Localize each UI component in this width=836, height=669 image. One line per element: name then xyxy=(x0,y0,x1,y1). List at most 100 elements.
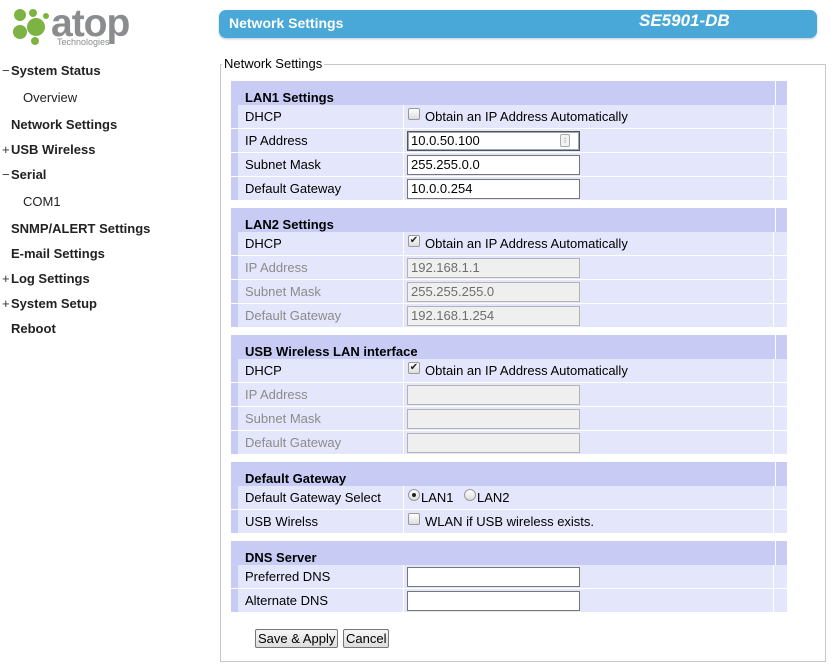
label-cell: USB Wirelss xyxy=(231,510,404,533)
gateway-select-label: Default Gateway Select xyxy=(245,490,381,505)
end-cell xyxy=(775,431,787,454)
sidebar-item-serial[interactable]: −Serial xyxy=(0,167,46,182)
end-cell xyxy=(775,304,787,327)
value-cell: ✔ Obtain an IP Address Automatically xyxy=(405,359,774,382)
page-header: Network Settings SE5901-DB xyxy=(219,10,817,38)
value-cell: 255.255.255.0 xyxy=(405,280,774,303)
end-cell xyxy=(775,359,787,382)
lan1-dhcp-row: DHCP Obtain an IP Address Automatically xyxy=(231,105,787,129)
label-cell: DHCP xyxy=(231,105,404,128)
value-cell xyxy=(405,431,774,454)
label-cell: IP Address xyxy=(231,129,404,152)
wlan-gateway-checkbox-label: WLAN if USB wireless exists. xyxy=(425,514,595,529)
value-cell: 10.0.50.100 ⁝ xyxy=(405,129,774,152)
usb-subnet-mask-input[interactable] xyxy=(407,409,580,429)
sidebar-item-label: System Setup xyxy=(11,296,97,311)
lan2-dhcp-label: DHCP xyxy=(245,236,282,251)
label-cell: Preferred DNS xyxy=(231,565,404,588)
usb-gateway-input[interactable] xyxy=(407,433,580,453)
sidebar-item-label: SNMP/ALERT Settings xyxy=(11,221,151,236)
section-title: LAN1 Settings xyxy=(245,90,334,105)
lan1-gateway-input[interactable]: 10.0.0.254 xyxy=(407,179,580,199)
lan2-ip-label: IP Address xyxy=(245,260,308,275)
section-endcap xyxy=(775,541,787,565)
dns-alternate-row: Alternate DNS xyxy=(231,589,787,613)
lan1-dhcp-checkbox[interactable] xyxy=(408,108,420,120)
alternate-dns-label: Alternate DNS xyxy=(245,593,329,608)
sidebar-item-label: Network Settings xyxy=(11,117,118,132)
sidebar-item-com1[interactable]: COM1 xyxy=(0,194,61,209)
value-cell: 192.168.1.1 xyxy=(405,256,774,279)
section-title: DNS Server xyxy=(245,550,317,565)
sidebar-item-system-setup[interactable]: +System Setup xyxy=(0,296,97,311)
label-cell: Subnet Mask xyxy=(231,407,404,430)
sidebar-item-log-settings[interactable]: +Log Settings xyxy=(0,271,90,286)
expand-icon: + xyxy=(2,271,10,286)
cancel-button[interactable]: Cancel xyxy=(343,629,390,648)
lan2-subnet-mask-input[interactable]: 255.255.255.0 xyxy=(407,282,580,302)
usb-gateway-row: Default Gateway xyxy=(231,431,787,455)
lan1-ip-row: IP Address 10.0.50.100 ⁝ xyxy=(231,129,787,153)
sidebar-item-label: E-mail Settings xyxy=(11,246,105,261)
usb-mask-row: Subnet Mask xyxy=(231,407,787,431)
lan2-gateway-label: Default Gateway xyxy=(245,308,342,323)
atop-logo-mark-icon xyxy=(13,9,49,45)
end-cell xyxy=(775,256,787,279)
usb-ip-label: IP Address xyxy=(245,387,308,402)
sidebar-item-label: COM1 xyxy=(23,194,61,209)
lan2-ip-row: IP Address 192.168.1.1 xyxy=(231,256,787,280)
alternate-dns-input[interactable] xyxy=(407,591,580,611)
usb-wireless-gateway-row: USB Wirelss WLAN if USB wireless exists. xyxy=(231,510,787,534)
sidebar-item-email[interactable]: E-mail Settings xyxy=(0,246,105,261)
end-cell xyxy=(775,105,787,128)
lan2-dhcp-row: DHCP ✔ Obtain an IP Address Automaticall… xyxy=(231,232,787,256)
gateway-lan1-radio[interactable] xyxy=(408,489,420,501)
sidebar-item-reboot[interactable]: Reboot xyxy=(0,321,56,336)
page-title: Network Settings xyxy=(229,15,344,31)
usb-section-header: USB Wireless LAN interface xyxy=(231,335,787,359)
lan2-dhcp-checkbox[interactable]: ✔ xyxy=(408,235,420,247)
sidebar-item-label: Serial xyxy=(11,167,47,182)
lan2-gateway-input[interactable]: 192.168.1.254 xyxy=(407,306,580,326)
value-cell xyxy=(405,565,774,588)
label-cell: DHCP xyxy=(231,232,404,255)
collapse-icon: − xyxy=(2,167,10,182)
lan1-gateway-row: Default Gateway 10.0.0.254 xyxy=(231,177,787,201)
gateway-lan2-radio[interactable] xyxy=(464,489,476,501)
value-cell: 192.168.1.254 xyxy=(405,304,774,327)
usb-ip-input[interactable] xyxy=(407,385,580,405)
dns-section-header: DNS Server xyxy=(231,541,787,565)
wlan-gateway-checkbox[interactable] xyxy=(408,513,420,525)
sidebar-item-snmp-alert[interactable]: SNMP/ALERT Settings xyxy=(0,221,150,236)
lan1-subnet-mask-input[interactable]: 255.255.0.0 xyxy=(407,155,580,175)
label-cell: DHCP xyxy=(231,359,404,382)
sidebar-item-usb-wireless[interactable]: +USB Wireless xyxy=(0,142,95,157)
section-endcap xyxy=(775,462,787,486)
gateway-select-row: Default Gateway Select LAN1 LAN2 xyxy=(231,486,787,510)
lan2-section-header: LAN2 Settings xyxy=(231,208,787,232)
usb-dhcp-row: DHCP ✔ Obtain an IP Address Automaticall… xyxy=(231,359,787,383)
end-cell xyxy=(775,232,787,255)
lan1-ip-input[interactable]: 10.0.50.100 xyxy=(407,131,580,151)
autofill-key-icon[interactable]: ⁝ xyxy=(560,134,570,147)
usb-gateway-label: Default Gateway xyxy=(245,435,342,450)
end-cell xyxy=(775,589,787,612)
lan2-dhcp-checkbox-label: Obtain an IP Address Automatically xyxy=(425,236,628,251)
sidebar-item-overview[interactable]: Overview xyxy=(0,90,77,105)
sidebar-item-network-settings[interactable]: Network Settings xyxy=(0,117,117,132)
end-cell xyxy=(775,510,787,533)
lan2-gateway-row: Default Gateway 192.168.1.254 xyxy=(231,304,787,328)
usb-dhcp-label: DHCP xyxy=(245,363,282,378)
lan2-ip-input[interactable]: 192.168.1.1 xyxy=(407,258,580,278)
lan1-mask-label: Subnet Mask xyxy=(245,157,321,172)
end-cell xyxy=(775,280,787,303)
gateway-lan2-radio-label: LAN2 xyxy=(477,490,510,505)
sidebar-item-system-status[interactable]: −System Status xyxy=(0,63,101,78)
lan1-ip-label: IP Address xyxy=(245,133,308,148)
preferred-dns-input[interactable] xyxy=(407,567,580,587)
save-apply-button[interactable]: Save & Apply xyxy=(255,629,339,648)
value-cell: WLAN if USB wireless exists. xyxy=(405,510,774,533)
usb-dhcp-checkbox[interactable]: ✔ xyxy=(408,362,420,374)
gateway-lan1-radio-label: LAN1 xyxy=(421,490,454,505)
label-cell: Subnet Mask xyxy=(231,280,404,303)
